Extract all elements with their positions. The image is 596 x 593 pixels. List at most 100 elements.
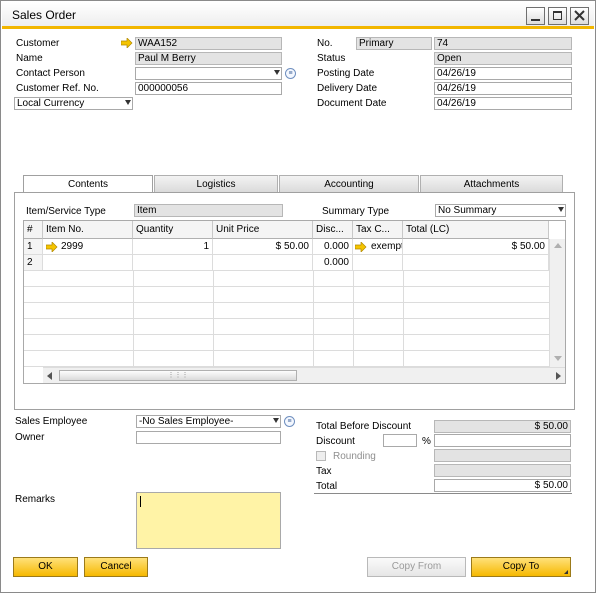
window-title: Sales Order [12,8,77,22]
dropdown-arrow-icon [125,100,131,105]
choose-from-list-icon[interactable]: ≡ [284,416,295,427]
total-divider [314,493,572,494]
text-cursor [140,496,141,507]
table-row-item-no[interactable] [43,255,133,271]
customer-ref-field[interactable]: 000000056 [135,82,282,95]
row-number[interactable]: 2 [24,255,43,271]
vertical-scrollbar[interactable] [549,239,565,367]
scroll-right-icon[interactable] [556,372,561,380]
items-grid: # Item No. Quantity Unit Price Disc... T… [23,220,566,384]
discount-amount-field[interactable] [434,434,571,447]
tax-field [434,464,571,477]
currency-value: Local Currency [17,98,85,109]
copy-to-button[interactable]: Copy To [471,557,571,577]
cancel-button[interactable]: Cancel [84,557,148,577]
delivery-date-label: Delivery Date [317,83,378,94]
summary-type-dropdown[interactable]: No Summary [435,204,566,217]
table-row-unit-price[interactable]: $ 50.00 [213,239,313,255]
delivery-date-field[interactable]: 04/26/19 [434,82,572,95]
item-type-field[interactable]: Item [134,204,283,217]
dropdown-corner-icon [564,570,568,574]
close-icon [574,10,585,21]
document-date-field[interactable]: 04/26/19 [434,97,572,110]
minimize-button[interactable] [526,7,545,25]
table-row-tax-code[interactable] [353,255,403,271]
currency-dropdown[interactable]: Local Currency [14,97,133,110]
empty-rows [24,271,549,367]
customer-ref-label: Customer Ref. No. [16,83,99,94]
percent-symbol: % [422,436,431,447]
contact-person-label: Contact Person [16,68,85,79]
copy-to-label: Copy To [502,561,540,572]
column-header-total-lc[interactable]: Total (LC) [403,221,549,239]
owner-field[interactable] [136,431,281,444]
column-header-number[interactable]: # [24,221,43,239]
document-number-field[interactable]: 74 [434,37,572,50]
name-label: Name [16,53,43,64]
customer-label: Customer [16,38,60,49]
table-row-unit-price[interactable] [213,255,313,271]
contact-person-dropdown[interactable] [135,67,282,80]
scroll-thumb[interactable]: ⋮⋮⋮ [59,370,297,381]
table-row-discount[interactable]: 0.000 [313,239,353,255]
tax-code-value: exempt [371,241,403,252]
tax-label: Tax [316,466,332,477]
series-field[interactable]: Primary [356,37,432,50]
dropdown-arrow-icon [558,207,564,212]
item-type-label: Item/Service Type [26,206,106,217]
link-arrow-icon[interactable] [121,38,133,48]
column-header-discount[interactable]: Disc... [313,221,353,239]
maximize-icon [553,11,562,20]
tab-accounting[interactable]: Accounting [279,175,419,193]
discount-percent-field[interactable] [383,434,417,447]
close-button[interactable] [570,7,589,25]
choose-from-list-icon[interactable]: ≡ [285,68,296,79]
ok-button[interactable]: OK [13,557,78,577]
table-row-quantity[interactable] [133,255,213,271]
scroll-down-icon[interactable] [554,356,562,361]
column-header-quantity[interactable]: Quantity [133,221,213,239]
tab-logistics[interactable]: Logistics [154,175,278,193]
scroll-left-icon[interactable] [47,372,52,380]
rounding-field [434,449,571,462]
title-bar: Sales Order [2,2,594,29]
scroll-up-icon[interactable] [554,243,562,248]
remarks-textarea[interactable] [136,492,281,549]
status-label: Status [317,53,346,64]
tab-attachments[interactable]: Attachments [420,175,563,193]
discount-label: Discount [316,436,355,447]
column-header-unit-price[interactable]: Unit Price [213,221,313,239]
owner-label: Owner [15,432,45,443]
dropdown-arrow-icon [274,70,280,75]
summary-type-value: No Summary [438,205,497,216]
rounding-checkbox[interactable] [316,451,326,461]
status-field: Open [434,52,572,65]
customer-field[interactable]: WAA152 [135,37,282,50]
total-before-discount-field: $ 50.00 [434,420,571,433]
total-field: $ 50.00 [434,479,571,492]
row-number[interactable]: 1 [24,239,43,255]
document-date-label: Document Date [317,98,387,109]
posting-date-label: Posting Date [317,68,375,79]
maximize-button[interactable] [548,7,567,25]
table-row-total[interactable] [403,255,549,271]
table-row-discount[interactable]: 0.000 [313,255,353,271]
horizontal-scrollbar[interactable]: ⋮⋮⋮ [43,367,565,383]
link-arrow-icon[interactable] [355,242,367,252]
sales-employee-dropdown[interactable]: -No Sales Employee- [136,415,281,428]
table-row-total[interactable]: $ 50.00 [403,239,549,255]
table-row-quantity[interactable]: 1 [133,239,213,255]
total-label: Total [316,481,338,492]
dropdown-arrow-icon [273,418,279,423]
name-field[interactable]: Paul M Berry [135,52,282,65]
link-arrow-icon[interactable] [46,242,58,252]
table-row-item-no[interactable]: 2999 [43,239,133,255]
minimize-icon [531,19,540,21]
sales-order-window: Sales Order Customer WAA152 Name Paul M … [0,0,596,593]
column-header-item-no[interactable]: Item No. [43,221,133,239]
copy-from-button[interactable]: Copy From [367,557,466,577]
sales-employee-value: -No Sales Employee- [139,416,234,427]
posting-date-field[interactable]: 04/26/19 [434,67,572,80]
table-row-tax-code[interactable]: exempt [353,239,403,255]
column-header-tax-code[interactable]: Tax C... [353,221,403,239]
